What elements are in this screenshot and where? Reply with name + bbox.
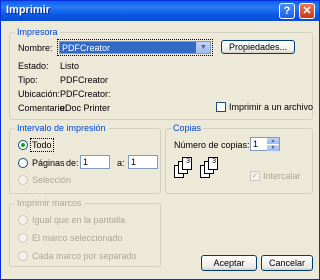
collate-label: Intercalar: [263, 171, 301, 181]
print-frames-legend: Imprimir marcos: [15, 198, 84, 208]
print-to-file-checkbox[interactable]: [216, 102, 226, 112]
print-to-file-label: Imprimir a un archivo: [229, 102, 314, 112]
printer-name-label: Nombre:: [18, 43, 53, 53]
title-bar[interactable]: Imprimir ? ✕: [1, 1, 319, 21]
range-pages-label: Páginas: [32, 158, 65, 168]
range-to-label: a:: [117, 158, 125, 168]
spin-down-icon[interactable]: ▼: [267, 145, 279, 151]
range-to-input[interactable]: [128, 155, 158, 169]
frames-each-label: Cada marco por separado: [32, 251, 137, 261]
range-from-input[interactable]: [80, 155, 110, 169]
copies-count-spinner[interactable]: 1 ▲ ▼: [250, 137, 280, 151]
cancel-button-label: Cancelar: [268, 258, 306, 268]
frames-selected-label: El marco seleccionado: [32, 233, 123, 243]
location-value: PDFCreator:: [60, 89, 111, 99]
frames-as-screen-radio[interactable]: [18, 215, 28, 225]
close-icon: ✕: [302, 5, 312, 17]
help-button[interactable]: ?: [279, 3, 295, 19]
frames-selected-radio[interactable]: [18, 233, 28, 243]
range-all-radio[interactable]: [18, 140, 28, 150]
print-dialog: Imprimir ? ✕ Impresora Nombre: PDFCreato…: [0, 0, 320, 280]
type-label: Tipo:: [18, 75, 38, 85]
help-icon: ?: [283, 5, 291, 17]
window-title: Imprimir: [6, 4, 51, 16]
chevron-down-icon: ▼: [196, 42, 210, 53]
type-value: PDFCreator: [60, 75, 109, 85]
range-from-label: de:: [66, 158, 79, 168]
copies-count-value: 1: [253, 139, 259, 149]
print-range-legend: Intervalo de impresión: [15, 123, 108, 133]
comment-value: eDoc Printer: [60, 103, 111, 113]
close-button[interactable]: ✕: [299, 3, 315, 19]
ok-button-label: Aceptar: [213, 258, 245, 268]
printer-group: Impresora Nombre: PDFCreator ▼ Propiedad…: [9, 27, 314, 120]
location-label: Ubicación:: [18, 89, 61, 99]
status-label: Estado:: [18, 61, 49, 71]
copies-legend: Copias: [171, 123, 204, 133]
print-range-group: Intervalo de impresión Todo Páginas de: …: [9, 123, 161, 194]
copies-count-label: Número de copias:: [174, 140, 250, 150]
ok-button[interactable]: Aceptar: [201, 255, 257, 271]
spin-up-icon[interactable]: ▲: [267, 138, 279, 144]
range-selection-label: Selección: [32, 175, 72, 185]
print-frames-group: Imprimir marcos Igual que en la pantalla…: [9, 198, 161, 267]
cancel-button[interactable]: Cancelar: [261, 255, 313, 271]
frames-as-screen-label: Igual que en la pantalla: [32, 215, 126, 225]
properties-button[interactable]: Propiedades...: [221, 40, 295, 54]
range-selection-radio[interactable]: [18, 175, 28, 185]
printer-select[interactable]: PDFCreator ▼: [57, 39, 213, 56]
collate-checkbox[interactable]: ✓: [250, 171, 260, 181]
printer-select-value: PDFCreator: [62, 43, 111, 53]
copies-group: Copias Número de copias: 1 ▲ ▼ 1 2 3 1 2…: [165, 123, 313, 194]
properties-button-label: Propiedades...: [228, 42, 288, 52]
status-value: Listo: [60, 61, 80, 71]
range-pages-radio[interactable]: [18, 158, 28, 168]
printer-legend: Impresora: [15, 27, 60, 37]
frames-each-radio[interactable]: [18, 251, 28, 261]
range-all-label: Todo: [30, 138, 54, 152]
